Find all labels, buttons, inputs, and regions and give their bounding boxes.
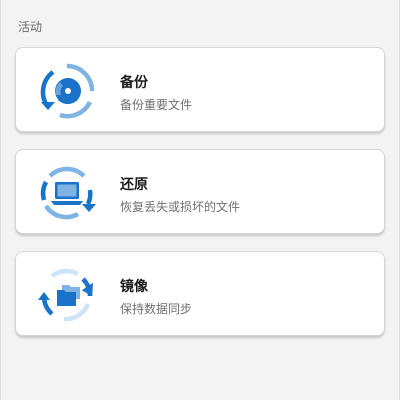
- activities-panel: 活动 备份 备份重要文件 还原 恢复丢失或损坏的文件 镜像 保持数据同步: [0, 0, 400, 400]
- card-title: 备份: [120, 75, 148, 91]
- backup-icon: [40, 63, 95, 119]
- mirror-card[interactable]: 镜像 保持数据同步: [15, 251, 385, 336]
- section-title: 活动: [18, 20, 43, 34]
- card-description: 保持数据同步: [120, 302, 193, 316]
- restore-icon: [40, 166, 96, 220]
- mirror-icon: [38, 268, 93, 322]
- card-title: 还原: [120, 177, 148, 193]
- card-description: 恢复丢失或损坏的文件: [120, 200, 241, 214]
- backup-card[interactable]: 备份 备份重要文件: [15, 47, 385, 132]
- restore-card[interactable]: 还原 恢复丢失或损坏的文件: [15, 149, 385, 234]
- card-description: 备份重要文件: [120, 98, 193, 112]
- card-title: 镜像: [120, 279, 148, 295]
